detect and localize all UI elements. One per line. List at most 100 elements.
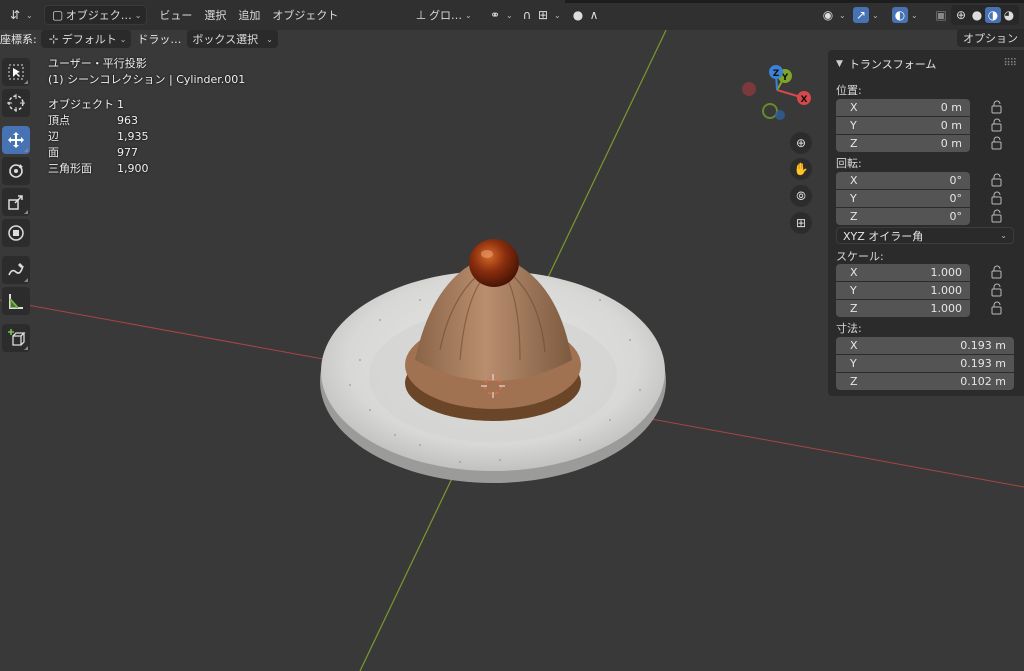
- move-tool[interactable]: [2, 126, 30, 154]
- gizmo-neg-y: [762, 103, 778, 119]
- ruler-icon: [9, 294, 23, 309]
- shading-buttons[interactable]: ⊕ ● ◑ ◕: [951, 5, 1019, 25]
- chevron-down-icon: ⌄: [266, 34, 273, 44]
- lock-icon[interactable]: [990, 301, 1004, 315]
- rotation-z-field[interactable]: Z 0°: [836, 208, 970, 225]
- menu-view[interactable]: ビュー: [153, 7, 198, 23]
- falloff-curve-icon: ∧: [589, 8, 599, 22]
- mode-label: オブジェク…: [65, 9, 132, 22]
- xray-icon: ▣: [935, 8, 947, 22]
- scale-tool[interactable]: [2, 188, 30, 216]
- visibility-dropdown[interactable]: ◉ ⌄: [815, 5, 851, 25]
- gizmo-toggle[interactable]: ↗ ⌄: [848, 5, 884, 25]
- coord-label: 座標系:: [0, 33, 37, 46]
- annotate-tool[interactable]: [2, 256, 30, 284]
- pan-button[interactable]: ✋: [790, 158, 812, 180]
- header-bar: ⇵ ⌄ ▢ オブジェク… ⌄ ビュー 選択 追加 オブジェクト ⊥ グロ… ⌄ ⚭ ⌄ ∩ ⊞…: [0, 0, 1024, 30]
- dimension-x-field[interactable]: X 0.193 m: [836, 337, 1014, 354]
- dimension-z-field[interactable]: Z 0.102 m: [836, 373, 1014, 390]
- rotation-mode-dropdown[interactable]: XYZ オイラー角 ⌄: [836, 227, 1014, 244]
- rotation-x-field[interactable]: X 0°: [836, 172, 970, 189]
- chevron-down-icon: ⌄: [1000, 231, 1007, 240]
- gizmo-x-label: X: [801, 95, 808, 105]
- gizmo-icon: ↗: [853, 7, 869, 23]
- rotation-y-field[interactable]: Y 0°: [836, 190, 970, 207]
- camera-view-button[interactable]: ⦾: [790, 185, 812, 207]
- zoom-button[interactable]: ⊕: [790, 132, 812, 154]
- measure-tool[interactable]: [2, 287, 30, 315]
- transform-icon: [8, 225, 24, 241]
- cursor-crosshair-icon: [7, 94, 25, 112]
- editor-type-icon: ⇵: [9, 8, 21, 22]
- lock-icon[interactable]: [990, 100, 1004, 114]
- scale-x-field[interactable]: X 1.000: [836, 264, 970, 281]
- orientation-axes-icon: ⊹: [48, 32, 59, 46]
- link-icon: ⚭: [489, 8, 501, 22]
- scale-z-field[interactable]: Z 1.000: [836, 300, 970, 317]
- hand-icon: ✋: [793, 162, 809, 176]
- lock-icon[interactable]: [990, 265, 1004, 279]
- rotation-label: 回転:: [836, 157, 862, 170]
- drag-grip-icon[interactable]: ⠿⠿: [1003, 58, 1017, 69]
- rotate-icon: [9, 164, 23, 178]
- proportional-dot-icon: ●: [572, 8, 584, 22]
- orientation-icon: ⊥: [415, 8, 427, 22]
- pencil-icon: [8, 263, 24, 276]
- location-z-field[interactable]: Z0 m: [836, 135, 970, 152]
- lock-icon[interactable]: [990, 209, 1004, 223]
- panel-title: トランスフォーム: [848, 58, 937, 71]
- menu-add[interactable]: 追加: [232, 7, 266, 23]
- add-cube-tool[interactable]: [2, 324, 30, 352]
- select-cursor-icon: [8, 64, 24, 80]
- dimensions-label: 寸法:: [836, 322, 862, 335]
- lock-icon[interactable]: [990, 283, 1004, 297]
- panel-header[interactable]: ▼ トランスフォーム: [836, 56, 936, 72]
- menu-select[interactable]: 選択: [198, 7, 232, 23]
- scale-y-field[interactable]: Y 1.000: [836, 282, 970, 299]
- gizmo-z-label: Z: [773, 69, 780, 79]
- transform-tool[interactable]: [2, 219, 30, 247]
- scene-stats: オブジェクト 1 頂点 963 辺 1,935 面 977 三角形面 1,900: [48, 97, 149, 177]
- transform-orientation-dropdown[interactable]: ⊥ グロ… ⌄: [408, 5, 477, 25]
- dimension-y-field[interactable]: Y 0.193 m: [836, 355, 1014, 372]
- location-y-field[interactable]: Y0 m: [836, 117, 970, 134]
- drag-label: ドラッ…: [137, 33, 182, 46]
- lock-icon[interactable]: [990, 118, 1004, 132]
- collection-name: (1) シーンコレクション | Cylinder.001: [48, 73, 246, 86]
- solid-shading-icon[interactable]: ●: [969, 7, 985, 23]
- ortho-toggle-button[interactable]: ⊞: [790, 212, 812, 234]
- snap-toggle[interactable]: ∩ ⊞ ⌄: [514, 5, 566, 25]
- magnet-icon: ∩: [522, 8, 532, 22]
- select-mode-dropdown[interactable]: ボックス選択 ⌄: [187, 30, 278, 48]
- location-x-field[interactable]: X0 m: [836, 99, 970, 116]
- chevron-down-icon: ⌄: [506, 10, 513, 20]
- wireframe-shading-icon[interactable]: ⊕: [953, 7, 969, 23]
- select-box-tool[interactable]: [2, 58, 30, 86]
- cursor-tool[interactable]: [2, 89, 30, 117]
- editor-type-button[interactable]: ⇵ ⌄: [2, 5, 38, 25]
- lock-icon[interactable]: [990, 173, 1004, 187]
- lock-icon[interactable]: [990, 191, 1004, 205]
- scale-label: スケール:: [836, 250, 884, 263]
- navigation-gizmo[interactable]: X Y Z: [735, 60, 815, 130]
- menu-object[interactable]: オブジェクト: [266, 7, 344, 23]
- left-toolbar: [2, 58, 32, 355]
- material-shading-icon[interactable]: ◑: [985, 7, 1001, 23]
- rotate-tool[interactable]: [2, 157, 30, 185]
- gizmo-neg-x: [742, 82, 756, 96]
- mode-dropdown[interactable]: ▢ オブジェク… ⌄: [43, 5, 148, 25]
- orientation-dropdown[interactable]: ⊹ デフォルト ⌄: [40, 30, 132, 48]
- overlay-toggle[interactable]: ◐ ⌄: [887, 5, 923, 25]
- proportional-edit-toggle[interactable]: ● ∧: [565, 5, 607, 25]
- stat-row: 三角形面 1,900: [48, 162, 149, 175]
- stat-row: 辺 1,935: [48, 130, 149, 143]
- lock-icon[interactable]: [990, 136, 1004, 150]
- pivot-dropdown[interactable]: ⚭ ⌄: [482, 5, 518, 25]
- overlay-icon: ◐: [892, 7, 908, 23]
- scale-icon: [8, 195, 23, 210]
- options-button[interactable]: オプション: [957, 29, 1024, 47]
- gizmo-neg-z: [775, 110, 785, 120]
- chevron-down-icon: ⌄: [134, 10, 142, 20]
- rendered-shading-icon[interactable]: ◕: [1001, 7, 1017, 23]
- move-arrows-icon: [8, 132, 24, 148]
